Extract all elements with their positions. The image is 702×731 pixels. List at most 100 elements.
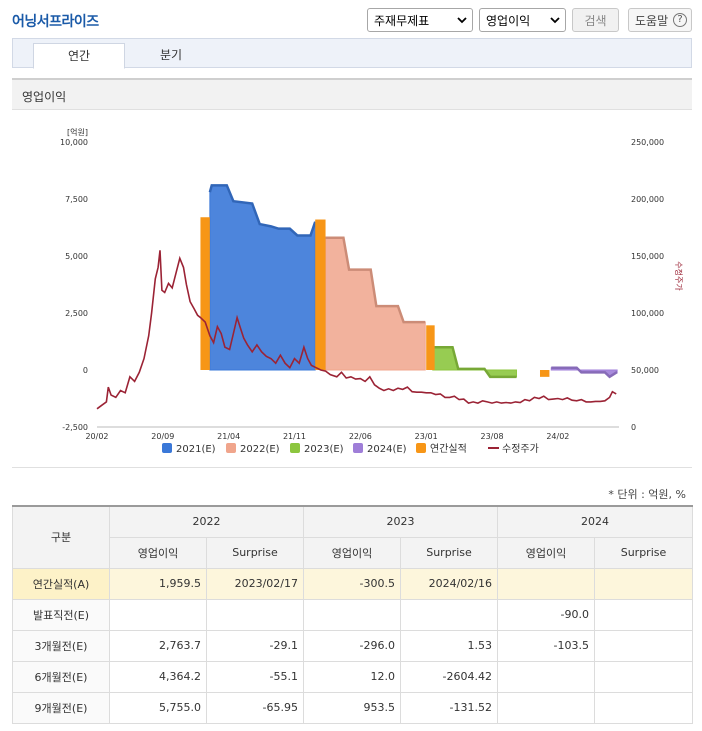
y-tick-label: -2,500 bbox=[62, 423, 88, 432]
y2-tick-label: 0 bbox=[631, 423, 636, 432]
subheader-op-income: 영업이익 bbox=[109, 536, 207, 569]
year-header: 2022 bbox=[109, 505, 304, 538]
tab-quarterly[interactable]: 분기 bbox=[125, 43, 217, 69]
table-cell: -2604.42 bbox=[400, 660, 498, 693]
subheader-surprise: Surprise bbox=[400, 536, 498, 569]
table-cell bbox=[303, 598, 401, 631]
table-cell: -90.0 bbox=[497, 598, 595, 631]
legend-swatch bbox=[416, 443, 426, 453]
chart-area: 10,000 7,500 5,000 2,500 0 -2,500 250,000 200,0… bbox=[12, 110, 692, 468]
table-cell: 2,763.7 bbox=[109, 629, 207, 662]
x-tick-label: 20/09 bbox=[151, 432, 174, 441]
category-header: 구분 bbox=[12, 505, 110, 569]
legend-swatch bbox=[162, 443, 172, 453]
page-title: 어닝서프라이즈 bbox=[12, 14, 99, 30]
table-row: 연간실적(A) 1,959.5 2023/02/17 -300.5 2024/0… bbox=[12, 567, 693, 600]
actual-bar-3 bbox=[426, 325, 435, 370]
subheader-surprise: Surprise bbox=[594, 536, 693, 569]
x-tick-label: 23/01 bbox=[415, 432, 438, 441]
table-cell bbox=[497, 567, 595, 600]
table-cell: -65.95 bbox=[206, 691, 304, 724]
row-label: 연간실적(A) bbox=[12, 567, 110, 600]
x-tick-label: 22/06 bbox=[349, 432, 372, 441]
unit-note: * 단위 : 억원, % bbox=[608, 488, 686, 501]
table-cell: -296.0 bbox=[303, 629, 401, 662]
y2-tick-label: 250,000 bbox=[631, 138, 664, 147]
table-cell: 12.0 bbox=[303, 660, 401, 693]
table-cell: -103.5 bbox=[497, 629, 595, 662]
y2-tick-label: 200,000 bbox=[631, 195, 664, 204]
table-cell bbox=[594, 598, 693, 631]
section-header: 영업이익 bbox=[12, 78, 692, 110]
table-cell bbox=[497, 660, 595, 693]
table-cell bbox=[109, 598, 207, 631]
metric-select[interactable]: 영업이익 bbox=[479, 8, 566, 32]
table-cell: 2023/02/17 bbox=[206, 567, 304, 600]
year-header: 2024 bbox=[497, 505, 693, 538]
table-cell bbox=[594, 629, 693, 662]
x-tick-label: 20/02 bbox=[85, 432, 108, 441]
legend-label: 수정주가 bbox=[502, 443, 539, 455]
help-button[interactable]: 도움말 ? bbox=[628, 8, 692, 32]
table-cell: -29.1 bbox=[206, 629, 304, 662]
y-tick-label: 2,500 bbox=[65, 309, 88, 318]
table-cell: 2024/02/16 bbox=[400, 567, 498, 600]
row-label: 9개월전(E) bbox=[12, 691, 110, 724]
y-tick-label: 0 bbox=[83, 366, 88, 375]
legend-label: 2021(E) bbox=[176, 444, 216, 455]
row-label: 3개월전(E) bbox=[12, 629, 110, 662]
metric-value: 영업이익 bbox=[486, 13, 531, 28]
table-cell bbox=[594, 567, 693, 600]
y-tick-label: 10,000 bbox=[60, 138, 88, 147]
row-label: 발표직전(E) bbox=[12, 598, 110, 631]
table-cell bbox=[206, 598, 304, 631]
x-tick-label: 24/02 bbox=[546, 432, 569, 441]
report-type-value: 주재무제표 bbox=[374, 13, 430, 28]
search-button[interactable]: 검색 bbox=[572, 8, 619, 32]
y-tick-label: 7,500 bbox=[65, 195, 88, 204]
subheader-surprise: Surprise bbox=[206, 536, 304, 569]
estimate-area-1 bbox=[209, 184, 316, 371]
header: 어닝서프라이즈 주재무제표 영업이익 검색 도움말 ? bbox=[0, 0, 702, 38]
help-label: 도움말 bbox=[635, 13, 669, 28]
chevron-down-icon bbox=[550, 17, 560, 24]
y2-axis-label: 수정주가 bbox=[674, 261, 684, 291]
table-cell bbox=[594, 660, 693, 693]
year-header: 2023 bbox=[303, 505, 498, 538]
table-row: 발표직전(E) -90.0 bbox=[12, 598, 693, 631]
table-cell bbox=[594, 691, 693, 724]
table-row: 9개월전(E) 5,755.0 -65.95 953.5 -131.52 bbox=[12, 691, 693, 724]
legend-label: 2023(E) bbox=[304, 444, 344, 455]
actual-bar-2 bbox=[315, 219, 326, 370]
table-cell: 4,364.2 bbox=[109, 660, 207, 693]
table-row: 6개월전(E) 4,364.2 -55.1 12.0 -2604.42 bbox=[12, 660, 693, 693]
subheader-op-income: 영업이익 bbox=[303, 536, 401, 569]
y-axis-unit: [억원] bbox=[67, 127, 88, 137]
x-tick-label: 23/08 bbox=[480, 432, 503, 441]
chevron-down-icon bbox=[457, 17, 467, 24]
table-cell: -131.52 bbox=[400, 691, 498, 724]
earnings-chart: 10,000 7,500 5,000 2,500 0 -2,500 250,000 200,0… bbox=[60, 127, 684, 455]
question-icon: ? bbox=[673, 13, 687, 27]
actual-bar-4 bbox=[539, 370, 550, 377]
legend-swatch bbox=[290, 443, 300, 453]
table-cell: 953.5 bbox=[303, 691, 401, 724]
legend-swatch bbox=[353, 443, 363, 453]
legend-label: 연간실적 bbox=[430, 443, 467, 455]
y2-tick-label: 150,000 bbox=[631, 252, 664, 261]
y2-tick-label: 50,000 bbox=[631, 366, 659, 375]
y-tick-label: 5,000 bbox=[65, 252, 88, 261]
tab-annual[interactable]: 연간 bbox=[33, 43, 125, 69]
table-cell: 5,755.0 bbox=[109, 691, 207, 724]
legend-label: 2022(E) bbox=[240, 444, 280, 455]
actual-bar-1 bbox=[200, 217, 210, 370]
subheader-op-income: 영업이익 bbox=[497, 536, 595, 569]
period-tabs: 연간 분기 bbox=[12, 38, 692, 69]
table-cell bbox=[400, 598, 498, 631]
estimate-table: 구분 2022 2023 2024 영업이익 Surprise 영업이익 Sur… bbox=[12, 505, 693, 724]
section-title: 영업이익 bbox=[22, 90, 67, 104]
x-tick-label: 21/11 bbox=[283, 432, 306, 441]
table-row: 3개월전(E) 2,763.7 -29.1 -296.0 1.53 -103.5 bbox=[12, 629, 693, 662]
report-type-select[interactable]: 주재무제표 bbox=[367, 8, 473, 32]
table-cell: -300.5 bbox=[303, 567, 401, 600]
